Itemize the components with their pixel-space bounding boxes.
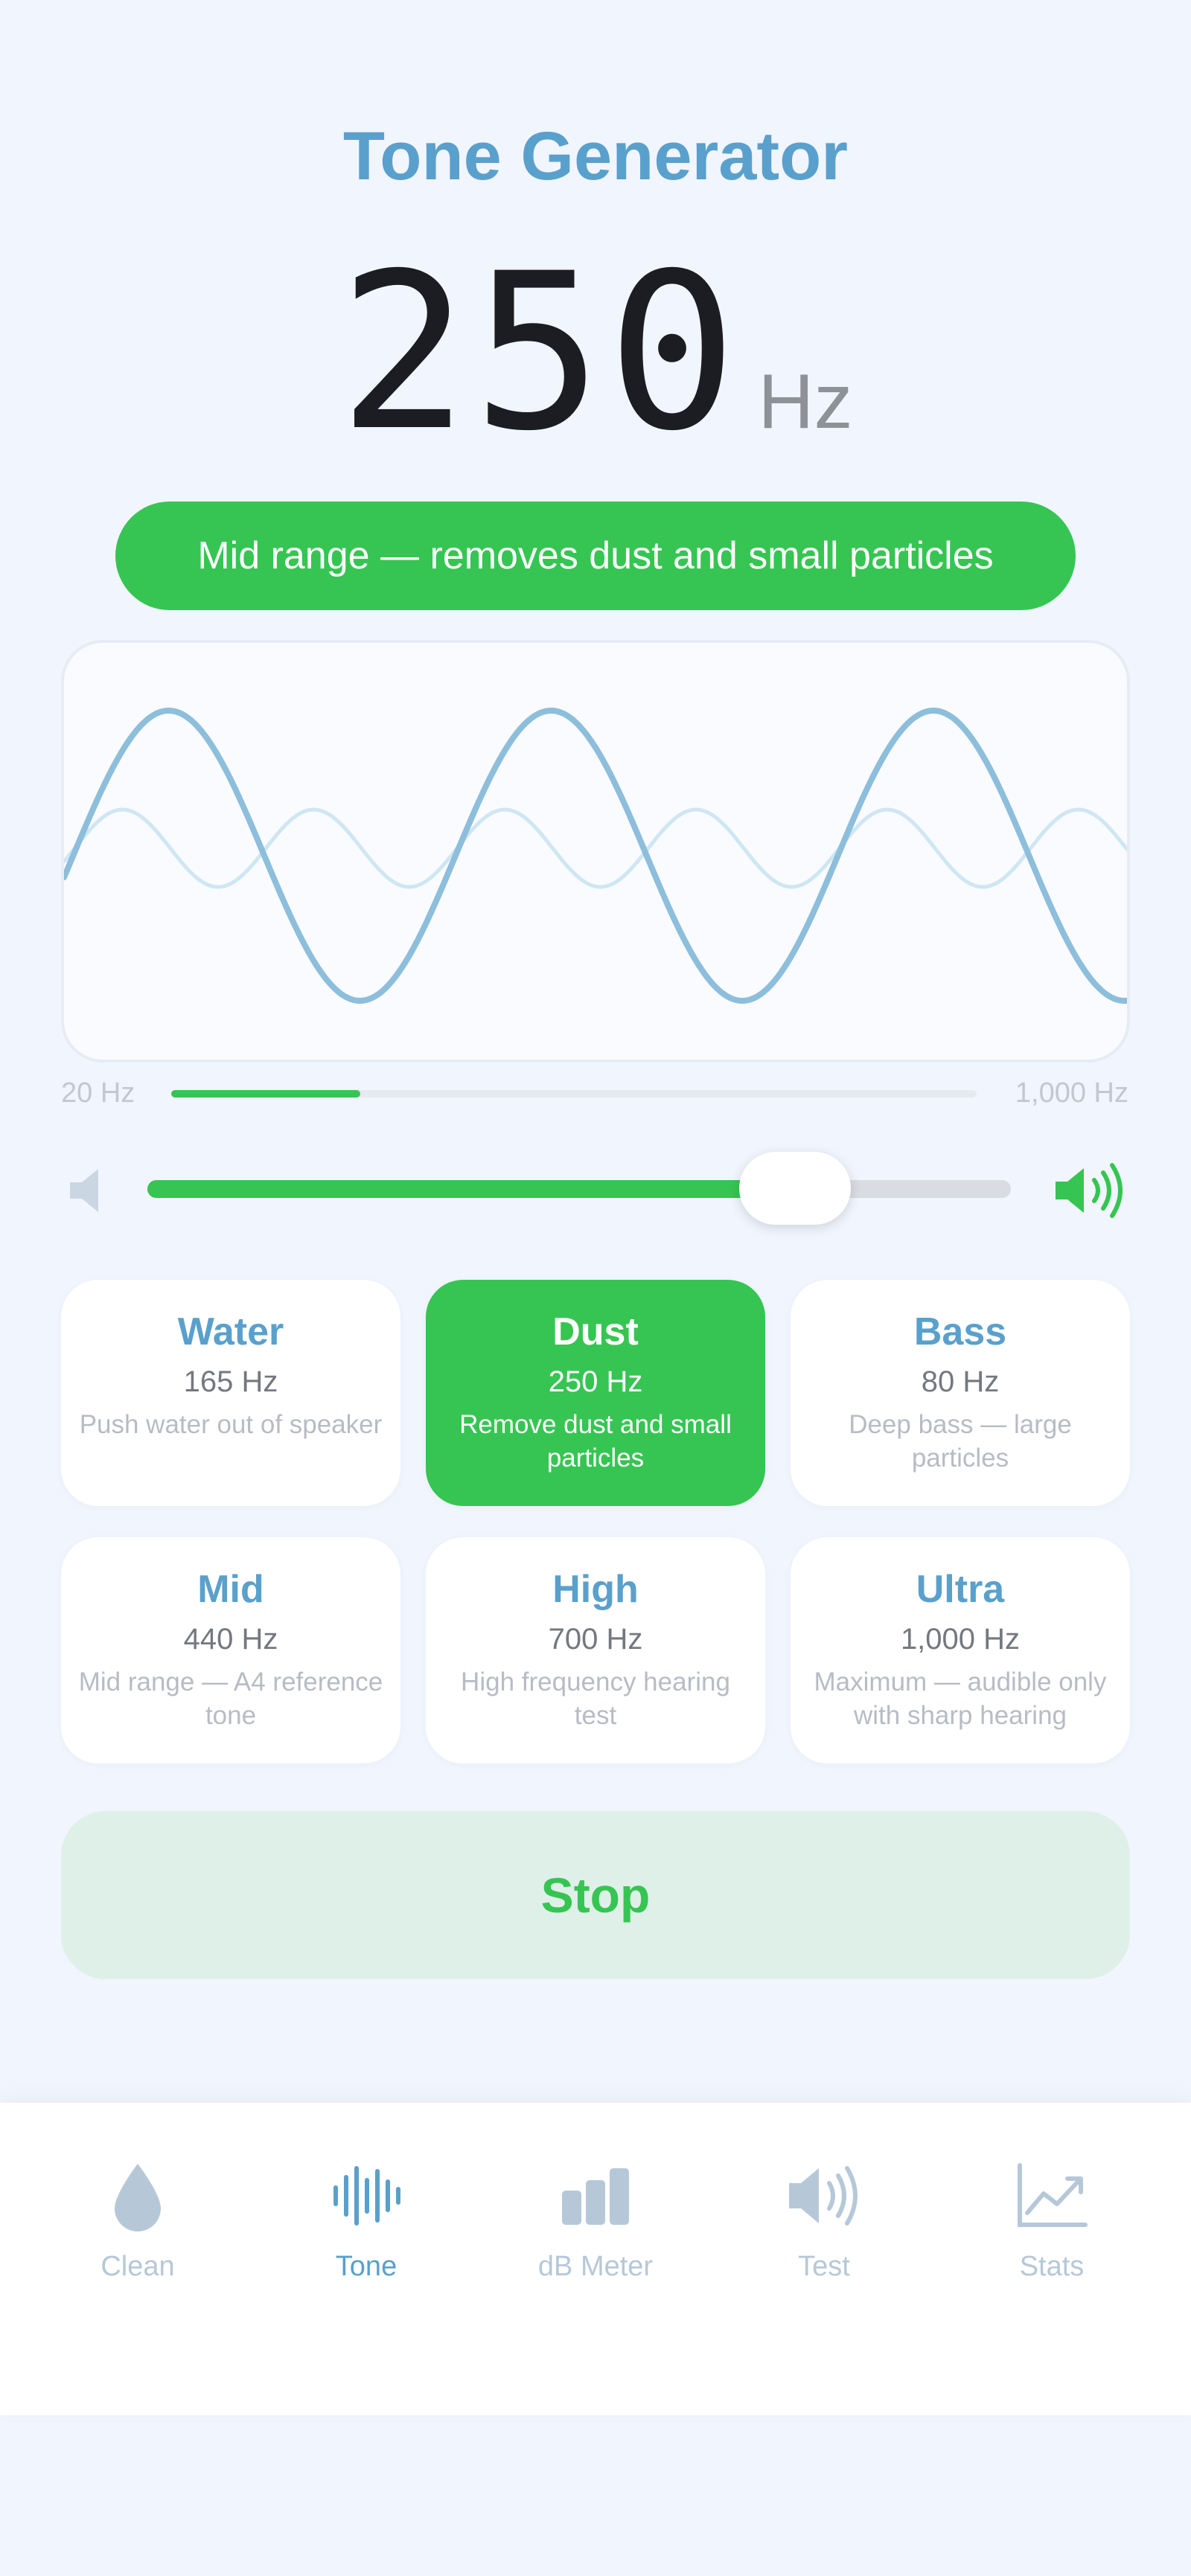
tab-tone[interactable]: Tone [277, 2155, 456, 2304]
preset-name: Bass [913, 1310, 1007, 1353]
frequency-range-indicator [171, 1090, 977, 1098]
waveform-visualizer [61, 640, 1130, 1063]
preset-description: High frequency hearing test [461, 1667, 730, 1730]
stop-button[interactable]: Stop [61, 1811, 1130, 1979]
volume-slider-thumb[interactable] [739, 1152, 851, 1225]
preset-frequency: 700 Hz [548, 1623, 643, 1656]
stop-button-label: Stop [540, 1868, 651, 1923]
page-title: Tone Generator [342, 118, 849, 194]
tone-generator-screen: Tone Generator 250 Hz Mid range — remove… [0, 0, 1191, 2576]
preset-mid[interactable]: Mid 440 Hz Mid range — A4 reference tone [61, 1537, 400, 1763]
preset-description: Mid range — A4 reference tone [78, 1667, 383, 1730]
preset-description: Remove dust and small particles [459, 1410, 732, 1473]
range-description-badge: Mid range — removes dust and small parti… [115, 502, 1076, 610]
preset-name: High [552, 1568, 639, 1611]
tab-test[interactable]: Test [735, 2155, 913, 2304]
tab-label: Tone [335, 2251, 397, 2282]
range-max-label: 1,000 Hz [1015, 1077, 1128, 1109]
volume-high-icon[interactable] [1051, 1159, 1128, 1222]
preset-frequency: 80 Hz [921, 1365, 1000, 1398]
preset-frequency: 165 Hz [183, 1365, 278, 1398]
preset-high[interactable]: High 700 Hz High frequency hearing test [426, 1537, 765, 1763]
waveform-graphic [64, 707, 1127, 1005]
tab-label: Clean [100, 2251, 175, 2282]
drop-icon [115, 2164, 161, 2231]
frequency-range-fill [171, 1090, 360, 1098]
waveform-icon [333, 2166, 400, 2226]
bars-icon [562, 2168, 629, 2225]
tab-label: Test [798, 2251, 850, 2282]
tab-stats[interactable]: Stats [962, 2155, 1141, 2304]
preset-name: Mid [197, 1568, 264, 1611]
wave-primary-line [64, 707, 1127, 1005]
bottom-tab-bar: Clean Tone dB Meter Test Stats [0, 2103, 1191, 2415]
preset-frequency: 440 Hz [183, 1623, 278, 1656]
preset-water[interactable]: Water 165 Hz Push water out of speaker [61, 1280, 400, 1506]
chart-icon [1018, 2163, 1088, 2227]
frequency-unit: Hz [758, 359, 853, 445]
tab-label: dB Meter [537, 2251, 654, 2282]
volume-low-icon[interactable] [66, 1164, 107, 1217]
tab-label: Stats [1019, 2251, 1085, 2282]
volume-slider-fill [147, 1180, 795, 1198]
preset-description: Maximum — audible only with sharp hearin… [814, 1667, 1107, 1730]
preset-frequency: 250 Hz [548, 1365, 643, 1398]
badge-text: Mid range — removes dust and small parti… [197, 534, 994, 577]
tab-db-meter[interactable]: dB Meter [506, 2155, 685, 2304]
speaker-icon [789, 2166, 858, 2226]
preset-description: Push water out of speaker [79, 1410, 383, 1439]
preset-name: Ultra [916, 1568, 1005, 1611]
preset-dust[interactable]: Dust 250 Hz Remove dust and small partic… [426, 1280, 765, 1506]
preset-bass[interactable]: Bass 80 Hz Deep bass — large particles [791, 1280, 1130, 1506]
range-min-label: 20 Hz [61, 1077, 135, 1109]
preset-name: Water [177, 1310, 284, 1353]
wave-secondary-line [64, 807, 1127, 889]
preset-frequency: 1,000 Hz [900, 1623, 1021, 1656]
frequency-display: 250 Hz [0, 228, 1191, 478]
preset-description: Deep bass — large particles [849, 1410, 1072, 1473]
preset-ultra[interactable]: Ultra 1,000 Hz Maximum — audible only wi… [791, 1537, 1130, 1763]
frequency-value: 250 [338, 228, 742, 478]
preset-name: Dust [552, 1310, 639, 1353]
preset-grid: Water 165 Hz Push water out of speaker D… [61, 1280, 1130, 1763]
volume-slider[interactable] [147, 1152, 1011, 1225]
tab-clean[interactable]: Clean [48, 2155, 227, 2304]
